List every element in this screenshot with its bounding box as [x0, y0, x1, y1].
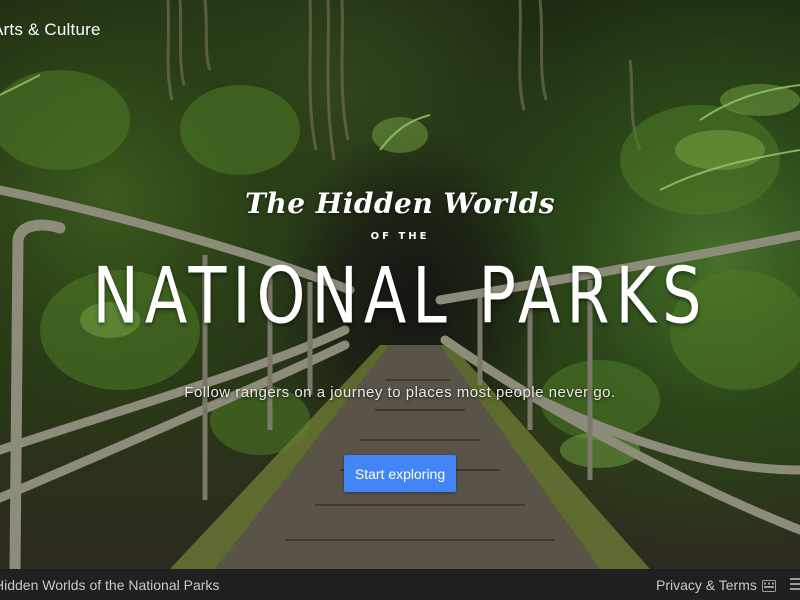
- hero-subtitle: Follow rangers on a journey to places mo…: [184, 384, 616, 401]
- privacy-terms-link[interactable]: Privacy & Terms: [656, 577, 757, 593]
- brand-name[interactable]: Arts & Culture: [0, 20, 101, 40]
- hero-small-title: OF THE: [370, 231, 430, 242]
- hero-main-title: NATIONAL PARKS: [92, 250, 708, 342]
- menu-icon[interactable]: [790, 576, 800, 592]
- keyboard-icon[interactable]: [762, 579, 776, 592]
- hero-section: Arts & Culture The Hidden Worlds OF THE …: [0, 0, 800, 569]
- footer-story-title[interactable]: Hidden Worlds of the National Parks: [0, 577, 219, 593]
- footer-bar: Hidden Worlds of the National Parks Priv…: [0, 569, 800, 600]
- start-exploring-button[interactable]: Start exploring: [344, 455, 456, 492]
- hero-script-title: The Hidden Worlds: [245, 187, 555, 220]
